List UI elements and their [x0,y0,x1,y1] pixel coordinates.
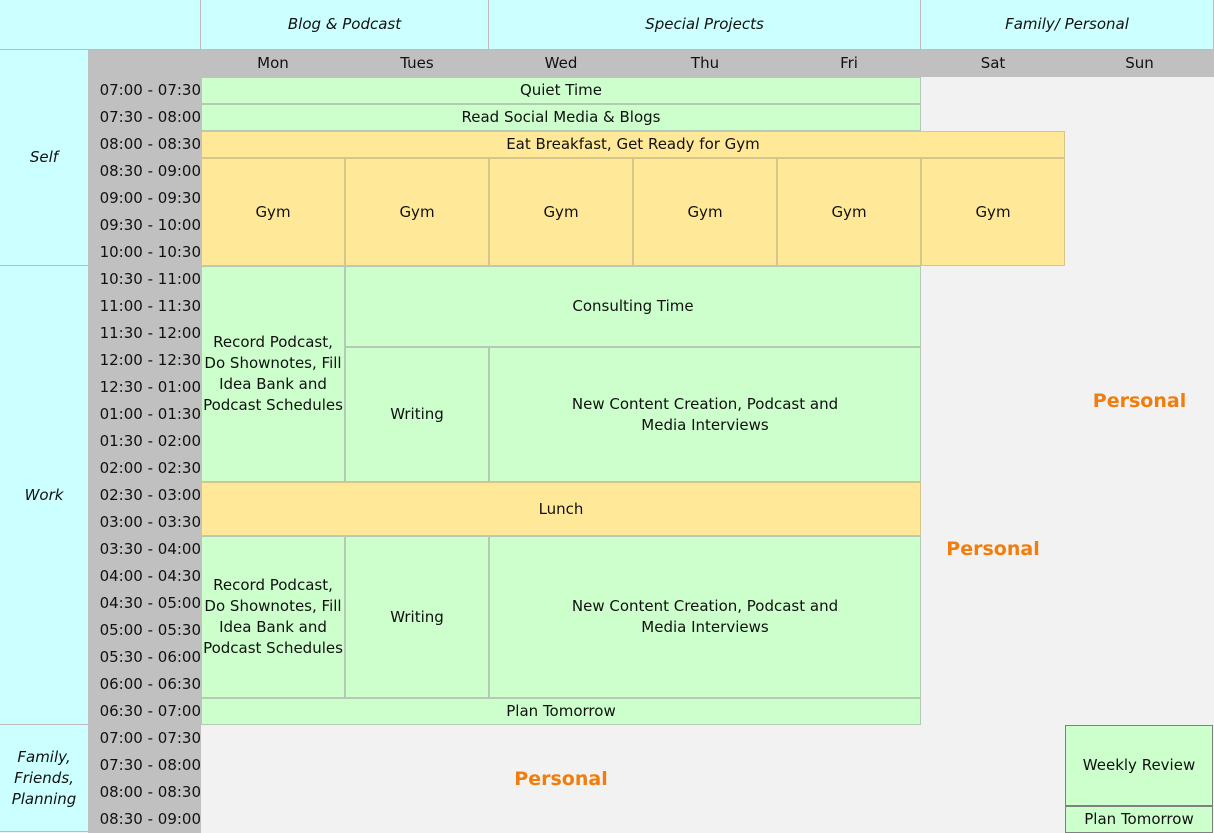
time-slot-label: 11:30 - 12:00 [88,320,201,347]
day-header-sun: Sun [1065,50,1214,77]
record-podcast-block-morning[interactable]: Record Podcast, Do Shownotes, Fill Idea … [201,266,345,482]
time-slot-label: 12:30 - 01:00 [88,374,201,401]
time-slot-label: 09:00 - 09:30 [88,185,201,212]
gym-block-mon[interactable]: Gym [201,158,345,266]
day-header-wed: Wed [489,50,633,77]
time-slot-label: 12:00 - 12:30 [88,347,201,374]
writing-block-afternoon[interactable]: Writing [345,536,489,698]
header-blog-podcast: Blog & Podcast [201,0,489,50]
time-slot-label: 10:30 - 11:00 [88,266,201,293]
time-slot-label: 05:30 - 06:00 [88,644,201,671]
header-blank [0,0,201,50]
eat-breakfast-block[interactable]: Eat Breakfast, Get Ready for Gym [201,131,1065,158]
time-slot-label: 02:30 - 03:00 [88,482,201,509]
new-content-block-morning[interactable]: New Content Creation, Podcast and Media … [489,347,921,482]
time-slot-label: 04:30 - 05:00 [88,590,201,617]
quiet-time-block[interactable]: Quiet Time [201,77,921,104]
time-slot-label: 08:30 - 09:00 [88,158,201,185]
time-slot-label: 08:30 - 09:00 [88,806,201,833]
gym-block-fri[interactable]: Gym [777,158,921,266]
time-slot-label: 05:00 - 05:30 [88,617,201,644]
day-header-thu: Thu [633,50,777,77]
category-self: Self [0,50,88,266]
category-work: Work [0,266,88,725]
read-social-media-block[interactable]: Read Social Media & Blogs [201,104,921,131]
time-slot-label: 10:00 - 10:30 [88,239,201,266]
header-special-projects: Special Projects [489,0,921,50]
weekly-review-block[interactable]: Weekly Review [1065,725,1213,806]
time-slot-label: 01:30 - 02:00 [88,428,201,455]
time-slot-label: 08:00 - 08:30 [88,779,201,806]
day-header-sat: Sat [921,50,1065,77]
time-slot-label: 04:00 - 04:30 [88,563,201,590]
record-podcast-block-afternoon[interactable]: Record Podcast, Do Shownotes, Fill Idea … [201,536,345,698]
personal-block-evening[interactable]: Personal [201,725,921,833]
gym-block-tues[interactable]: Gym [345,158,489,266]
day-header-mon: Mon [201,50,345,77]
time-slot-label: 03:00 - 03:30 [88,509,201,536]
gym-block-sat[interactable]: Gym [921,158,1065,266]
day-header-blank [88,50,201,77]
time-slot-label: 06:30 - 07:00 [88,698,201,725]
day-header-fri: Fri [777,50,921,77]
header-family-personal: Family/ Personal [921,0,1214,50]
time-slot-label: 11:00 - 11:30 [88,293,201,320]
time-slot-label: 07:30 - 08:00 [88,104,201,131]
time-slot-label: 07:00 - 07:30 [88,77,201,104]
category-family-friends-planning: Family, Friends, Planning [0,725,88,832]
consulting-time-block[interactable]: Consulting Time [345,266,921,347]
gym-block-thu[interactable]: Gym [633,158,777,266]
personal-block-sunday[interactable]: Personal [1065,77,1214,725]
time-slot-label: 06:00 - 06:30 [88,671,201,698]
plan-tomorrow-block[interactable]: Plan Tomorrow [201,698,921,725]
time-slot-label: 07:00 - 07:30 [88,725,201,752]
time-slot-label: 01:00 - 01:30 [88,401,201,428]
time-slot-label: 02:00 - 02:30 [88,455,201,482]
lunch-block[interactable]: Lunch [201,482,921,536]
gym-block-wed[interactable]: Gym [489,158,633,266]
time-slot-label: 09:30 - 10:00 [88,212,201,239]
day-header-tues: Tues [345,50,489,77]
time-slot-label: 07:30 - 08:00 [88,752,201,779]
time-slot-label: 08:00 - 08:30 [88,131,201,158]
time-slot-label: 03:30 - 04:00 [88,536,201,563]
new-content-block-afternoon[interactable]: New Content Creation, Podcast and Media … [489,536,921,698]
personal-block-saturday[interactable]: Personal [921,266,1065,833]
plan-tomorrow-block-sunday[interactable]: Plan Tomorrow [1065,806,1213,833]
writing-block-morning[interactable]: Writing [345,347,489,482]
